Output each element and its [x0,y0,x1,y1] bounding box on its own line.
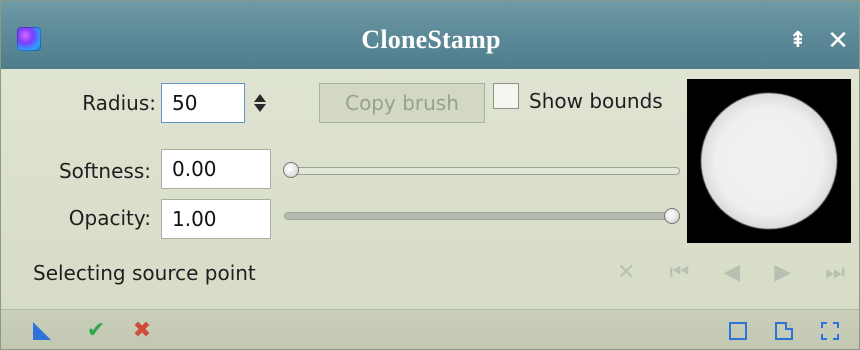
cancel-icon[interactable]: ✕ [617,262,635,284]
new-instance-icon[interactable] [31,320,53,342]
opacity-label: Opacity: [68,206,151,230]
opacity-input[interactable]: 1.00 [161,199,271,239]
brush-circle [701,93,837,229]
apply-icon[interactable]: ✔ [85,320,107,342]
softness-slider-track[interactable] [284,167,680,175]
chevron-up-icon[interactable] [254,94,266,102]
pin-icon[interactable]: ⇞ [784,27,812,55]
window-title: CloneStamp [361,25,501,54]
document-icon[interactable] [773,320,795,342]
show-bounds-label: Show bounds [529,89,663,113]
clonestamp-window: CloneStamp ⇞ ✕ Radius: 50 Copy brush Sho… [0,0,860,350]
navigation-controls: ✕ ⏮ ◀ ▶ ⏭ [611,255,851,291]
bottom-toolbar: ✔ ✖ [1,309,859,349]
radius-label: Radius: [82,91,156,115]
softness-label: Softness: [58,159,151,183]
cancel-icon[interactable]: ✖ [131,320,153,342]
status-text: Selecting source point [33,261,256,285]
title-bar: CloneStamp ⇞ ✕ [1,1,859,69]
copy-brush-button[interactable]: Copy brush [319,83,485,123]
next-icon[interactable]: ▶ [774,262,791,284]
expand-icon[interactable] [819,320,841,342]
chevron-down-icon[interactable] [254,104,266,112]
brush-preview [687,79,851,243]
radius-input[interactable]: 50 [161,83,245,123]
softness-slider-handle[interactable] [283,162,299,178]
close-icon[interactable]: ✕ [824,27,852,55]
last-icon[interactable]: ⏭ [825,262,845,284]
first-icon[interactable]: ⏮ [669,262,689,284]
opacity-slider-track[interactable] [284,212,680,220]
opacity-slider-handle[interactable] [664,208,680,224]
reset-icon[interactable] [727,320,749,342]
show-bounds-checkbox[interactable] [493,83,519,109]
previous-icon[interactable]: ◀ [723,262,740,284]
softness-input[interactable]: 0.00 [161,149,271,189]
radius-spinner[interactable] [247,83,273,123]
main-panel: Radius: 50 Copy brush Show bounds Softne… [1,69,859,309]
